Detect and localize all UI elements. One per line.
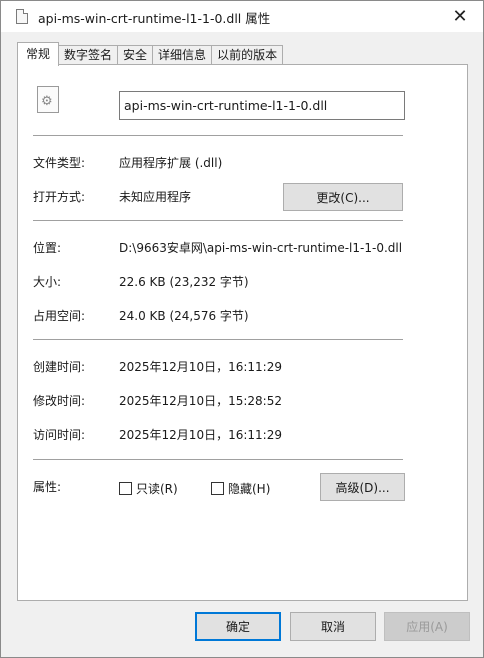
checkbox-box[interactable] [119,482,132,495]
checkbox-box[interactable] [211,482,224,495]
file-name-input[interactable] [119,91,405,120]
cancel-button[interactable]: 取消 [290,612,376,641]
file-type-value: 应用程序扩展 (.dll) [119,156,223,170]
readonly-checkbox[interactable]: 只读(R) [119,480,178,497]
ok-button[interactable]: 确定 [195,612,281,641]
location-value: D:\9663安卓网\api-ms-win-crt-runtime-l1-1-0… [119,241,403,255]
hidden-label: 隐藏(H) [228,482,271,496]
tab-details[interactable]: 详细信息 [152,45,213,66]
accessed-label: 访问时间: [33,428,86,442]
opens-with-label: 打开方式: [33,190,86,204]
location-label: 位置: [33,241,62,255]
change-button[interactable]: 更改(C)... [283,183,403,211]
tab-digital-signatures[interactable]: 数字签名 [58,45,119,66]
tab-strip: 常规 数字签名 安全 详细信息 以前的版本 [17,42,284,66]
opens-with-value: 未知应用程序 [119,190,192,204]
tab-security[interactable]: 安全 [117,45,154,66]
created-value: 2025年12月10日，16:11:29 [119,360,282,374]
advanced-button[interactable]: 高级(D)... [320,473,405,501]
tab-general[interactable]: 常规 [17,42,60,66]
file-type-label: 文件类型: [33,156,86,170]
size-on-disk-value: 24.0 KB (24,576 字节) [119,309,249,323]
separator [33,459,403,460]
separator [33,220,403,221]
modified-label: 修改时间: [33,394,86,408]
general-tab-panel: ⚙ 文件类型: 应用程序扩展 (.dll) 打开方式: 未知应用程序 更改(C)… [17,64,468,601]
title-bar: api-ms-win-crt-runtime-l1-1-0.dll 属性 ✕ [1,1,483,32]
tab-previous-versions[interactable]: 以前的版本 [211,45,284,66]
hidden-checkbox[interactable]: 隐藏(H) [211,480,270,497]
attributes-label: 属性: [33,480,62,494]
created-label: 创建时间: [33,360,86,374]
size-on-disk-label: 占用空间: [33,309,86,323]
gear-icon: ⚙ [41,94,53,109]
separator [33,135,403,136]
apply-button[interactable]: 应用(A) [384,612,470,641]
properties-dialog: api-ms-win-crt-runtime-l1-1-0.dll 属性 ✕ 常… [0,0,484,658]
readonly-label: 只读(R) [136,482,178,496]
accessed-value: 2025年12月10日，16:11:29 [119,428,282,442]
size-label: 大小: [33,275,62,289]
close-button[interactable]: ✕ [437,1,483,32]
window-title: api-ms-win-crt-runtime-l1-1-0.dll 属性 [38,11,271,26]
modified-value: 2025年12月10日，15:28:52 [119,394,282,408]
size-value: 22.6 KB (23,232 字节) [119,275,249,289]
dll-file-icon: ⚙ [37,86,59,113]
close-icon: ✕ [452,6,468,27]
separator [33,339,403,340]
file-icon [16,9,28,24]
